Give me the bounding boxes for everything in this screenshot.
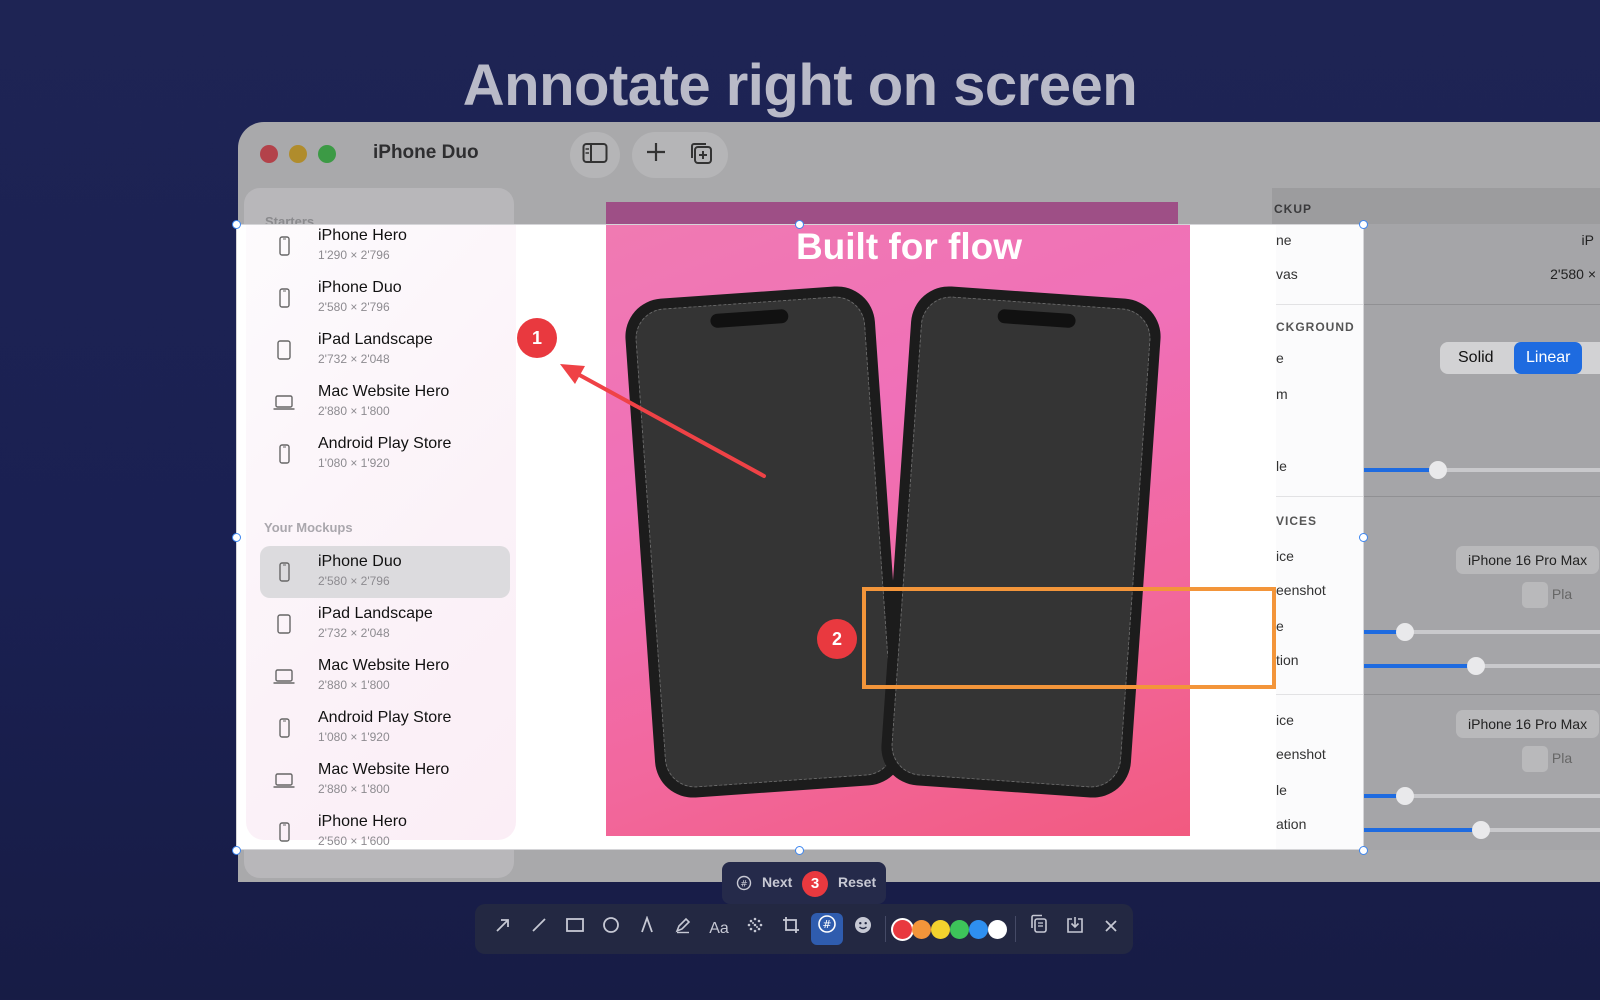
blur-tool-icon[interactable] [739,913,771,945]
color-swatch[interactable] [912,920,931,939]
annotation-toolbar: Aa # [475,904,1133,954]
svg-text:#: # [740,880,748,890]
counter-icon: # [736,875,752,891]
counter-tool-icon[interactable]: # [811,913,843,945]
toolbar-separator [885,916,886,942]
arrow-tool-icon[interactable] [487,913,519,945]
close-icon[interactable] [1095,913,1127,945]
annotation-arrow[interactable] [0,0,1600,1000]
color-swatch[interactable] [988,920,1007,939]
save-icon[interactable] [1059,913,1091,945]
counter-marker-1[interactable]: 1 [517,318,557,358]
rectangle-tool-icon[interactable] [559,913,591,945]
pen-tool-icon[interactable] [631,913,663,945]
highlighter-tool-icon[interactable] [667,913,699,945]
current-step-number: 3 [802,871,828,897]
text-tool-icon[interactable]: Aa [703,913,735,945]
toolbar-separator [1015,916,1016,942]
annotation-rectangle[interactable] [862,587,1276,689]
svg-text:#: # [822,918,831,931]
crop-tool-icon[interactable] [775,913,807,945]
counter-step-bar: # Next 3 Reset [722,862,886,904]
color-swatch[interactable] [950,920,969,939]
color-swatch[interactable] [969,920,988,939]
next-button[interactable]: Next [762,874,792,890]
counter-marker-2[interactable]: 2 [817,619,857,659]
emoji-tool-icon[interactable] [847,913,879,945]
ellipse-tool-icon[interactable] [595,913,627,945]
reset-button[interactable]: Reset [838,874,876,890]
color-swatch[interactable] [931,920,950,939]
copy-icon[interactable] [1023,913,1055,945]
color-swatch[interactable] [893,920,912,939]
line-tool-icon[interactable] [523,913,555,945]
